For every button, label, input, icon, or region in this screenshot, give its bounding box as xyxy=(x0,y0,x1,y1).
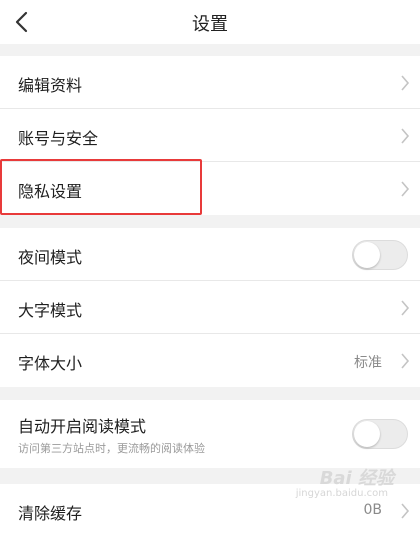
settings-item-font-size[interactable]: 字体大小 标准 xyxy=(0,334,420,387)
settings-item-label: 大字模式 xyxy=(18,301,83,320)
night-mode-toggle[interactable] xyxy=(352,240,408,270)
font-size-value: 标准 xyxy=(354,355,382,371)
settings-item-label: 自动开启阅读模式 xyxy=(18,417,147,436)
settings-item-account-security[interactable]: 账号与安全 xyxy=(0,109,420,162)
display-section: 夜间模式 大字模式 字体大小 标准 xyxy=(0,228,420,387)
toggle-knob xyxy=(354,242,380,268)
settings-item-label: 账号与安全 xyxy=(18,129,99,148)
highlight-box xyxy=(0,159,202,215)
toggle-knob xyxy=(354,421,380,447)
chevron-right-icon xyxy=(401,75,410,91)
chevron-right-icon xyxy=(401,353,410,369)
settings-item-label: 字体大小 xyxy=(18,354,83,373)
top-bar: 设置 xyxy=(0,0,420,44)
reader-section: 自动开启阅读模式 访问第三方站点时，更流畅的阅读体验 xyxy=(0,400,420,468)
settings-item-auto-reader: 自动开启阅读模式 访问第三方站点时，更流畅的阅读体验 xyxy=(0,400,420,468)
chevron-right-icon xyxy=(401,128,410,144)
chevron-right-icon xyxy=(401,181,410,197)
cache-size-value: 0B xyxy=(363,502,382,518)
watermark-url: jingyan.baidu.com xyxy=(295,488,388,499)
chevron-right-icon xyxy=(401,300,410,316)
settings-item-label: 编辑资料 xyxy=(18,76,83,95)
settings-item-large-text[interactable]: 大字模式 xyxy=(0,281,420,334)
auto-reader-toggle[interactable] xyxy=(352,419,408,449)
chevron-right-icon xyxy=(401,503,410,519)
settings-item-subtitle: 访问第三方站点时，更流畅的阅读体验 xyxy=(18,442,205,455)
settings-item-label: 夜间模式 xyxy=(18,248,83,267)
settings-item-label: 清除缓存 xyxy=(18,504,83,523)
watermark-logo: Bai 经验 xyxy=(319,468,394,489)
settings-item-edit-profile[interactable]: 编辑资料 xyxy=(0,56,420,109)
page-title: 设置 xyxy=(192,14,228,35)
settings-item-night-mode: 夜间模式 xyxy=(0,228,420,281)
